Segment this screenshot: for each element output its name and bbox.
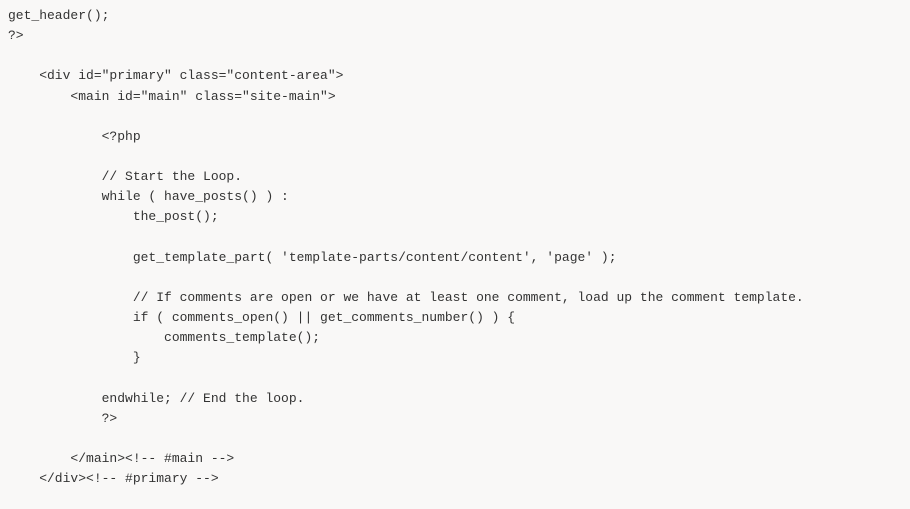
code-block: get_header(); ?> <div id="primary" class… xyxy=(0,0,910,509)
